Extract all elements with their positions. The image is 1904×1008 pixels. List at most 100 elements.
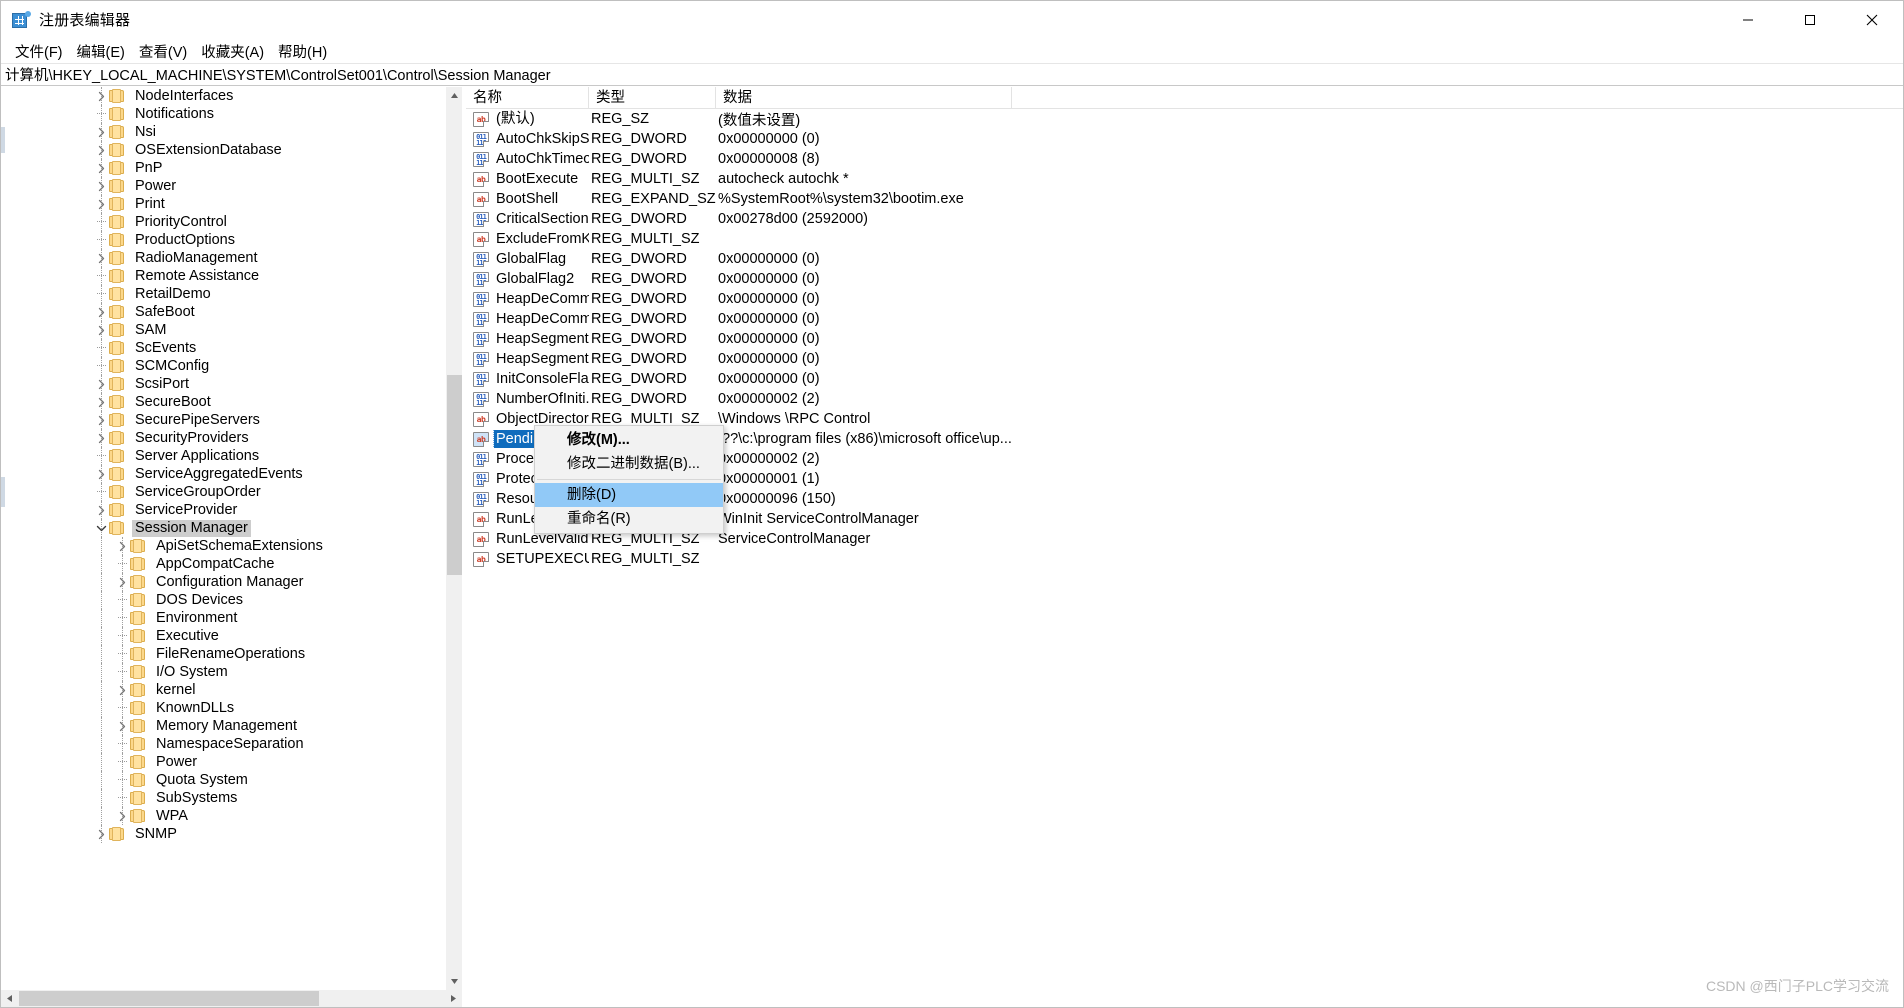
tree-item-snmp[interactable]: SNMP	[1, 825, 445, 843]
ctx-modify[interactable]: 修改(M)...	[535, 428, 723, 452]
tree-item-osextensiondatabase[interactable]: OSExtensionDatabase	[1, 141, 445, 159]
chevron-right-icon[interactable]	[93, 303, 109, 321]
table-row[interactable]: 011110AutoChkSkipS...REG_DWORD0x00000000…	[466, 129, 1903, 149]
tree-item-apisetschemaextensions[interactable]: ApiSetSchemaExtensions	[1, 537, 445, 555]
ctx-delete[interactable]: 删除(D)	[535, 483, 723, 507]
maximize-button[interactable]	[1779, 1, 1841, 39]
tree-item-wpa[interactable]: WPA	[1, 807, 445, 825]
tree-item-prioritycontrol[interactable]: PriorityControl	[1, 213, 445, 231]
tree-item-dos-devices[interactable]: DOS Devices	[1, 591, 445, 609]
chevron-right-icon[interactable]	[114, 537, 130, 555]
tree-item-nsi[interactable]: Nsi	[1, 123, 445, 141]
tree-item-serviceaggregatedevents[interactable]: ServiceAggregatedEvents	[1, 465, 445, 483]
address-bar[interactable]: 计算机\HKEY_LOCAL_MACHINE\SYSTEM\ControlSet…	[1, 63, 1903, 86]
ctx-rename[interactable]: 重命名(R)	[535, 507, 723, 531]
column-data[interactable]: 数据	[716, 87, 1012, 109]
tree-item-namespaceseparation[interactable]: NamespaceSeparation	[1, 735, 445, 753]
menu-help[interactable]: 帮助(H)	[271, 39, 334, 64]
chevron-right-icon[interactable]	[114, 807, 130, 825]
chevron-right-icon[interactable]	[93, 393, 109, 411]
tree-item-remote-assistance[interactable]: Remote Assistance	[1, 267, 445, 285]
tree-item-i-o-system[interactable]: I/O System	[1, 663, 445, 681]
tree-item-notifications[interactable]: Notifications	[1, 105, 445, 123]
tree-scroll-thumb[interactable]	[447, 375, 462, 575]
tree-item-print[interactable]: Print	[1, 195, 445, 213]
tree-item-securepipeservers[interactable]: SecurePipeServers	[1, 411, 445, 429]
tree-item-sam[interactable]: SAM	[1, 321, 445, 339]
table-row[interactable]: abBootExecuteREG_MULTI_SZautocheck autoc…	[466, 169, 1903, 189]
table-row[interactable]: 011110HeapSegment...REG_DWORD0x00000000 …	[466, 349, 1903, 369]
tree-item-scsiport[interactable]: ScsiPort	[1, 375, 445, 393]
chevron-right-icon[interactable]	[93, 159, 109, 177]
table-row[interactable]: abSETUPEXECUTEREG_MULTI_SZ	[466, 549, 1903, 569]
tree-item-power[interactable]: Power	[1, 753, 445, 771]
menu-file[interactable]: 文件(F)	[8, 39, 70, 64]
tree-item-pnp[interactable]: PnP	[1, 159, 445, 177]
tree-item-knowndlls[interactable]: KnownDLLs	[1, 699, 445, 717]
table-row[interactable]: 011110NumberOfIniti...REG_DWORD0x0000000…	[466, 389, 1903, 409]
table-row[interactable]: ab(默认)REG_SZ(数值未设置)	[466, 109, 1903, 129]
tree-item-retaildemo[interactable]: RetailDemo	[1, 285, 445, 303]
tree-item-secureboot[interactable]: SecureBoot	[1, 393, 445, 411]
chevron-right-icon[interactable]	[93, 141, 109, 159]
table-row[interactable]: 011110HeapDeComm...REG_DWORD0x00000000 (…	[466, 289, 1903, 309]
table-row[interactable]: 011110InitConsoleFlagsREG_DWORD0x0000000…	[466, 369, 1903, 389]
tree-item-nodeinterfaces[interactable]: NodeInterfaces	[1, 87, 445, 105]
chevron-right-icon[interactable]	[93, 465, 109, 483]
tree-item-session-manager[interactable]: Session Manager	[1, 519, 445, 537]
table-row[interactable]: abBootShellREG_EXPAND_SZ%SystemRoot%\sys…	[466, 189, 1903, 209]
tree-item-appcompatcache[interactable]: AppCompatCache	[1, 555, 445, 573]
tree-item-quota-system[interactable]: Quota System	[1, 771, 445, 789]
chevron-right-icon[interactable]	[114, 717, 130, 735]
table-row[interactable]: 011110HeapDeComm...REG_DWORD0x00000000 (…	[466, 309, 1903, 329]
tree-item-power[interactable]: Power	[1, 177, 445, 195]
scroll-down-arrow[interactable]	[446, 973, 463, 990]
tree-item-subsystems[interactable]: SubSystems	[1, 789, 445, 807]
tree-item-scevents[interactable]: ScEvents	[1, 339, 445, 357]
tree-hscroll-thumb[interactable]	[19, 991, 319, 1006]
minimize-button[interactable]	[1717, 1, 1779, 39]
tree-item-filerenameoperations[interactable]: FileRenameOperations	[1, 645, 445, 663]
tree-item-configuration-manager[interactable]: Configuration Manager	[1, 573, 445, 591]
chevron-right-icon[interactable]	[93, 411, 109, 429]
tree-item-scmconfig[interactable]: SCMConfig	[1, 357, 445, 375]
chevron-right-icon[interactable]	[93, 429, 109, 447]
close-button[interactable]	[1841, 1, 1903, 39]
scroll-up-arrow[interactable]	[446, 87, 463, 104]
table-row[interactable]: abExcludeFromK...REG_MULTI_SZ	[466, 229, 1903, 249]
chevron-right-icon[interactable]	[93, 825, 109, 843]
chevron-right-icon[interactable]	[93, 249, 109, 267]
table-row[interactable]: 011110GlobalFlagREG_DWORD0x00000000 (0)	[466, 249, 1903, 269]
chevron-right-icon[interactable]	[93, 177, 109, 195]
scroll-right-arrow[interactable]	[445, 990, 462, 1007]
ctx-modify-binary[interactable]: 修改二进制数据(B)...	[535, 452, 723, 476]
table-row[interactable]: 011110CriticalSection...REG_DWORD0x00278…	[466, 209, 1903, 229]
tree-horizontal-scrollbar[interactable]	[1, 990, 462, 1007]
tree-item-safeboot[interactable]: SafeBoot	[1, 303, 445, 321]
tree-item-productoptions[interactable]: ProductOptions	[1, 231, 445, 249]
chevron-right-icon[interactable]	[93, 321, 109, 339]
menu-favorites[interactable]: 收藏夹(A)	[194, 39, 271, 64]
menu-view[interactable]: 查看(V)	[132, 39, 194, 64]
tree-item-servicegrouporder[interactable]: ServiceGroupOrder	[1, 483, 445, 501]
scroll-left-arrow[interactable]	[1, 990, 18, 1007]
tree-item-serviceprovider[interactable]: ServiceProvider	[1, 501, 445, 519]
chevron-down-icon[interactable]	[93, 519, 109, 537]
chevron-right-icon[interactable]	[114, 573, 130, 591]
menu-edit[interactable]: 编辑(E)	[70, 39, 132, 64]
chevron-right-icon[interactable]	[114, 681, 130, 699]
table-row[interactable]: 011110HeapSegment...REG_DWORD0x00000000 …	[466, 329, 1903, 349]
tree-item-radiomanagement[interactable]: RadioManagement	[1, 249, 445, 267]
chevron-right-icon[interactable]	[93, 501, 109, 519]
chevron-right-icon[interactable]	[93, 87, 109, 105]
table-row[interactable]: 011110GlobalFlag2REG_DWORD0x00000000 (0)	[466, 269, 1903, 289]
tree-item-securityproviders[interactable]: SecurityProviders	[1, 429, 445, 447]
tree-item-executive[interactable]: Executive	[1, 627, 445, 645]
table-row[interactable]: 011110AutoChkTimeo...REG_DWORD0x00000008…	[466, 149, 1903, 169]
tree-vertical-scrollbar[interactable]	[445, 87, 462, 990]
tree-item-environment[interactable]: Environment	[1, 609, 445, 627]
chevron-right-icon[interactable]	[93, 195, 109, 213]
column-name[interactable]: 名称	[466, 87, 589, 109]
column-type[interactable]: 类型	[589, 87, 716, 109]
tree-item-server-applications[interactable]: Server Applications	[1, 447, 445, 465]
